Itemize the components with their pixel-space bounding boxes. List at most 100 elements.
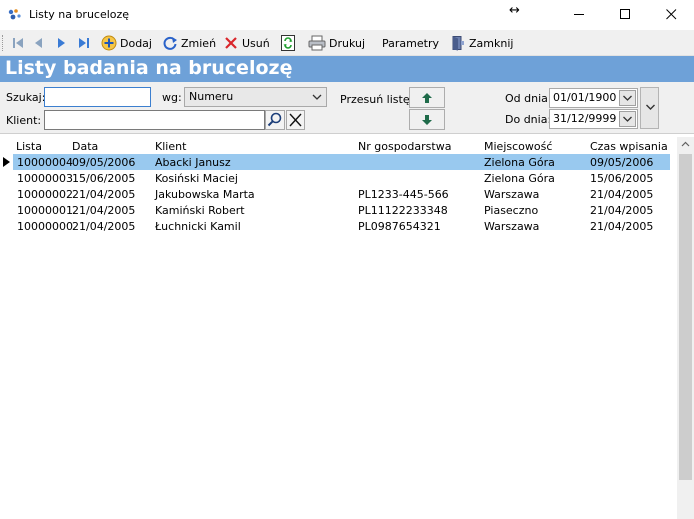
window-title: Listy na brucelozę: [29, 8, 130, 21]
cell-miejscowosc: Piaseczno: [484, 204, 539, 217]
client-label: Klient:: [6, 114, 42, 127]
cell-lista: 10000000: [17, 220, 73, 233]
cell-data: 09/05/2006: [72, 156, 136, 169]
to-date-picker[interactable]: 31/12/9999: [549, 109, 638, 129]
print-button[interactable]: Drukuj: [308, 33, 365, 53]
resize-icon: ↔: [509, 3, 520, 18]
edit-button[interactable]: Zmień: [162, 33, 216, 53]
cell-lista: 10000002: [17, 188, 73, 201]
expand-filters-button[interactable]: [640, 87, 659, 129]
search-input[interactable]: [44, 87, 151, 107]
column-header-lista[interactable]: Lista: [16, 140, 42, 153]
cell-nr-gospodarstwa: PL11122233348: [358, 204, 448, 217]
chevron-down-icon: [623, 116, 632, 122]
shift-down-button[interactable]: [409, 109, 445, 130]
table-row[interactable]: 10000002 21/04/2005 Jakubowska Marta PL1…: [13, 186, 670, 202]
delete-button[interactable]: Usuń: [223, 33, 270, 53]
filter-panel: Szukaj: wg: Numeru Klient: Przesuń listę…: [0, 82, 694, 134]
scrollbar-thumb[interactable]: [679, 154, 692, 480]
cell-lista: 10000003: [17, 172, 73, 185]
column-header-data[interactable]: Data: [72, 140, 98, 153]
to-date-label: Do dnia:: [505, 113, 552, 126]
parameters-label: Parametry: [382, 36, 439, 50]
search-label: Szukaj:: [6, 91, 46, 104]
next-record-icon[interactable]: [53, 35, 69, 51]
from-date-dropdown[interactable]: [619, 90, 636, 106]
from-date-label: Od dnia:: [505, 92, 552, 105]
cell-klient: Kosiński Maciej: [155, 172, 238, 185]
cell-data: 15/06/2005: [72, 172, 136, 185]
table-row[interactable]: 10000001 21/04/2005 Kamiński Robert PL11…: [13, 202, 670, 218]
add-icon: [101, 35, 117, 51]
cell-klient: Kamiński Robert: [155, 204, 245, 217]
chevron-down-icon: [623, 95, 632, 101]
sync-document-icon: [281, 35, 295, 51]
exit-door-icon: [452, 36, 464, 51]
close-button[interactable]: Zamknij: [450, 33, 513, 53]
to-date-value: 31/12/9999: [553, 112, 617, 125]
first-record-icon[interactable]: [10, 35, 26, 51]
cell-klient: Abacki Janusz: [155, 156, 231, 169]
cell-miejscowosc: Zielona Góra: [484, 172, 555, 185]
last-record-icon[interactable]: [76, 35, 92, 51]
app-icon: [8, 9, 21, 20]
grid-header: Lista Data Klient Nr gospodarstwa Miejsc…: [0, 137, 676, 153]
minimize-button[interactable]: [556, 0, 602, 30]
client-clear-button[interactable]: [286, 110, 305, 130]
clear-icon: [289, 113, 302, 127]
from-date-picker[interactable]: 01/01/1900: [549, 88, 638, 108]
refresh-icon: [163, 36, 177, 50]
table-row[interactable]: 10000000 21/04/2005 Łuchnicki Kamil PL09…: [13, 218, 670, 234]
cell-nr-gospodarstwa: PL1233-445-566: [358, 188, 449, 201]
records-grid: Lista Data Klient Nr gospodarstwa Miejsc…: [0, 135, 694, 519]
cell-czas-wpisania: 21/04/2005: [590, 204, 654, 217]
add-button[interactable]: Dodaj: [101, 33, 152, 53]
arrow-up-icon: [422, 93, 432, 103]
toolbar-grip: [2, 35, 5, 51]
edit-label: Zmień: [181, 36, 217, 50]
arrow-down-icon: [422, 115, 432, 125]
cell-lista: 10000004: [17, 156, 73, 169]
cell-czas-wpisania: 09/05/2006: [590, 156, 654, 169]
close-window-button[interactable]: [648, 0, 694, 30]
client-search-button[interactable]: [265, 110, 285, 130]
cell-miejscowosc: Zielona Góra: [484, 156, 555, 169]
toolbar: Dodaj Zmień Usuń Drukuj Parametry Zamkni…: [0, 30, 694, 56]
search-by-value: Numeru: [189, 90, 234, 103]
chevron-down-icon: [312, 94, 322, 100]
column-header-nr-gospodarstwa[interactable]: Nr gospodarstwa: [358, 140, 451, 153]
cell-nr-gospodarstwa: PL0987654321: [358, 220, 441, 233]
delete-icon: [225, 37, 237, 49]
add-label: Dodaj: [120, 36, 152, 50]
sync-button[interactable]: [280, 33, 296, 53]
to-date-dropdown[interactable]: [619, 111, 636, 127]
from-date-value: 01/01/1900: [553, 91, 617, 104]
parameters-button[interactable]: Parametry: [382, 33, 439, 53]
table-row[interactable]: 10000004 09/05/2006 Abacki Janusz Zielon…: [13, 154, 670, 170]
cell-data: 21/04/2005: [72, 204, 136, 217]
header-band: Listy badania na brucelozę: [0, 56, 694, 82]
cell-czas-wpisania: 21/04/2005: [590, 220, 654, 233]
search-by-select[interactable]: Numeru: [184, 87, 327, 107]
cell-czas-wpisania: 15/06/2005: [590, 172, 654, 185]
magnifier-icon: [267, 112, 282, 127]
table-row[interactable]: 10000003 15/06/2005 Kosiński Maciej Ziel…: [13, 170, 670, 186]
previous-record-icon[interactable]: [31, 35, 47, 51]
client-input[interactable]: [44, 110, 265, 130]
current-row-indicator-icon: [3, 157, 10, 167]
title-bar: Listy na brucelozę ↔: [0, 0, 694, 30]
shift-list-label: Przesuń listę:: [340, 93, 414, 106]
cell-klient: Jakubowska Marta: [155, 188, 255, 201]
close-label: Zamknij: [469, 36, 514, 50]
column-header-klient[interactable]: Klient: [155, 140, 186, 153]
cell-lista: 10000001: [17, 204, 73, 217]
maximize-button[interactable]: [602, 0, 648, 30]
column-header-czas-wpisania[interactable]: Czas wpisania: [590, 140, 668, 153]
page-title: Listy badania na brucelozę: [5, 57, 293, 79]
column-header-miejscowosc[interactable]: Miejscowość: [484, 140, 552, 153]
cell-miejscowosc: Warszawa: [484, 188, 540, 201]
cell-data: 21/04/2005: [72, 220, 136, 233]
scroll-up-icon[interactable]: [681, 141, 690, 147]
shift-up-button[interactable]: [409, 87, 445, 108]
print-label: Drukuj: [329, 36, 366, 50]
